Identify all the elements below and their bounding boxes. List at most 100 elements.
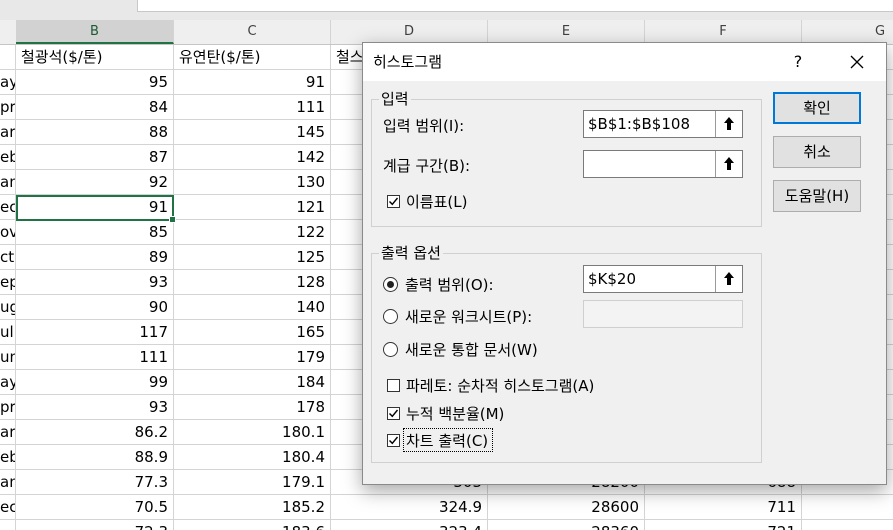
cell[interactable]: ug — [0, 295, 16, 320]
collapse-dialog-icon[interactable] — [715, 266, 742, 292]
cell[interactable]: 90 — [16, 295, 174, 320]
collapse-dialog-icon[interactable] — [715, 111, 742, 137]
cell[interactable] — [0, 45, 16, 70]
cell[interactable]: 185.2 — [174, 495, 331, 520]
column-header-f[interactable]: F — [645, 20, 802, 44]
cell[interactable]: 180.4 — [174, 445, 331, 470]
cell[interactable]: 184 — [174, 370, 331, 395]
pareto-checkbox[interactable] — [387, 379, 400, 392]
close-icon[interactable] — [842, 47, 872, 77]
cell[interactable]: 92 — [16, 170, 174, 195]
cell[interactable] — [802, 495, 893, 520]
column-header-d[interactable]: D — [331, 20, 488, 44]
output-range-radio[interactable] — [383, 277, 398, 292]
cell[interactable]: an — [0, 470, 16, 495]
new-sheet-radio[interactable] — [383, 309, 398, 324]
cell[interactable]: 142 — [174, 145, 331, 170]
cell[interactable]: 86.2 — [16, 420, 174, 445]
new-sheet-label[interactable]: 새로운 워크시트(P): — [405, 306, 532, 327]
cell[interactable]: 91 — [16, 195, 174, 220]
cell[interactable]: 179.1 — [174, 470, 331, 495]
cell[interactable]: pr — [0, 395, 16, 420]
collapse-dialog-icon[interactable] — [715, 151, 742, 177]
cell[interactable]: 93 — [16, 270, 174, 295]
cell[interactable]: eb — [0, 145, 16, 170]
column-header-g[interactable]: G — [802, 20, 893, 44]
bin-range-field[interactable] — [583, 150, 743, 178]
cell[interactable]: ec — [0, 195, 16, 220]
cell[interactable]: ov — [0, 220, 16, 245]
cancel-button[interactable]: 취소 — [773, 136, 861, 168]
cell[interactable] — [0, 520, 16, 530]
cell[interactable]: ar — [0, 420, 16, 445]
chart-output-label[interactable]: 차트 출력(C) — [406, 430, 488, 451]
cell[interactable]: eb — [0, 445, 16, 470]
cell[interactable]: ct — [0, 245, 16, 270]
cell[interactable]: 85 — [16, 220, 174, 245]
output-range-label[interactable]: 출력 범위(O): — [405, 274, 494, 295]
column-header-b[interactable]: B — [16, 20, 174, 44]
cell[interactable]: 323.4 — [331, 520, 488, 530]
cell[interactable]: 99 — [16, 370, 174, 395]
cell[interactable]: 121 — [174, 195, 331, 220]
cell[interactable]: 125 — [174, 245, 331, 270]
column-header-c[interactable]: C — [174, 20, 331, 44]
cell[interactable]: 140 — [174, 295, 331, 320]
cell[interactable]: 711 — [645, 495, 802, 520]
cell[interactable]: 89 — [16, 245, 174, 270]
help-button[interactable]: 도움말(H) — [773, 180, 861, 212]
cell[interactable]: 28600 — [488, 495, 645, 520]
cell[interactable]: 130 — [174, 170, 331, 195]
cell[interactable]: an — [0, 170, 16, 195]
cell[interactable]: 88.9 — [16, 445, 174, 470]
output-range-field[interactable]: $K$20 — [583, 265, 743, 293]
chart-output-checkbox[interactable] — [387, 434, 400, 447]
cell[interactable]: 93 — [16, 395, 174, 420]
cell[interactable]: ec — [0, 495, 16, 520]
cell[interactable]: 165 — [174, 320, 331, 345]
pareto-label[interactable]: 파레토: 순차적 히스토그램(A) — [406, 375, 594, 396]
cell[interactable]: 87 — [16, 145, 174, 170]
cumulative-checkbox[interactable] — [387, 407, 400, 420]
cell[interactable]: ep — [0, 270, 16, 295]
help-icon[interactable]: ? — [783, 47, 813, 77]
input-range-field[interactable]: $B$1:$B$108 — [583, 110, 743, 138]
cell[interactable] — [802, 520, 893, 530]
cell[interactable]: 179 — [174, 345, 331, 370]
cell[interactable]: 95 — [16, 70, 174, 95]
cell[interactable]: 122 — [174, 220, 331, 245]
cell[interactable]: 70.5 — [16, 495, 174, 520]
cell[interactable]: 721 — [645, 520, 802, 530]
cell[interactable]: 77.3 — [16, 470, 174, 495]
cell[interactable]: ay — [0, 70, 16, 95]
cell[interactable]: 117 — [16, 320, 174, 345]
cell[interactable]: 324.9 — [331, 495, 488, 520]
cell-header-iron-ore[interactable]: 철광석($/톤) — [16, 45, 174, 70]
dialog-titlebar[interactable]: 히스토그램 ? — [363, 43, 886, 81]
cell[interactable]: 111 — [16, 345, 174, 370]
cell[interactable]: 91 — [174, 70, 331, 95]
new-sheet-field[interactable] — [583, 300, 743, 328]
formula-input[interactable] — [137, 0, 893, 12]
cell[interactable]: 178 — [174, 395, 331, 420]
cell[interactable]: ay — [0, 370, 16, 395]
cell[interactable]: 111 — [174, 95, 331, 120]
cell[interactable]: 88 — [16, 120, 174, 145]
cell[interactable]: ul — [0, 320, 16, 345]
cell[interactable]: ar — [0, 120, 16, 145]
cell[interactable]: 28360 — [488, 520, 645, 530]
cell[interactable]: 180.1 — [174, 420, 331, 445]
ok-button[interactable]: 확인 — [773, 92, 861, 124]
new-workbook-radio[interactable] — [383, 342, 398, 357]
cell[interactable]: 128 — [174, 270, 331, 295]
cell[interactable]: pr — [0, 95, 16, 120]
cell[interactable]: 72.3 — [16, 520, 174, 530]
labels-label[interactable]: 이름표(L) — [406, 191, 467, 212]
cell[interactable]: 183.6 — [174, 520, 331, 530]
cell[interactable]: 145 — [174, 120, 331, 145]
cumulative-label[interactable]: 누적 백분율(M) — [406, 403, 504, 424]
cell[interactable]: 84 — [16, 95, 174, 120]
labels-checkbox[interactable] — [387, 195, 400, 208]
cell[interactable]: un — [0, 345, 16, 370]
column-header-e[interactable]: E — [488, 20, 645, 44]
